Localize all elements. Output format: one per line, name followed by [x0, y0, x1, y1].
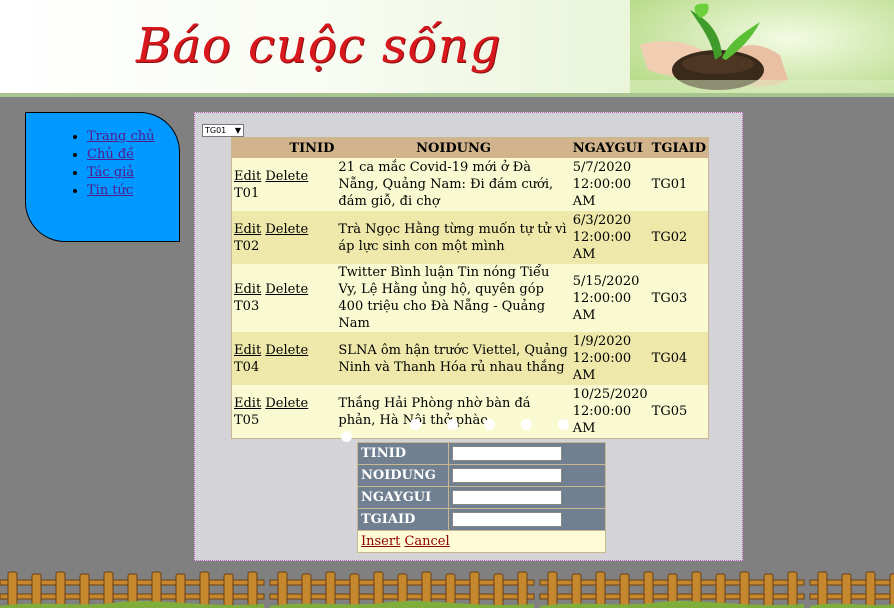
edit-link[interactable]: Edit — [234, 282, 261, 297]
insert-form: TINID NOIDUNG NGAYGUI TGIAID Insert Canc… — [357, 442, 606, 553]
cell-tinid: T03 — [234, 299, 260, 314]
field-label-noidung: NOIDUNG — [357, 464, 449, 487]
form-row: TINID — [357, 442, 606, 465]
sidebar-link-topics[interactable]: Chủ đề — [87, 147, 134, 162]
delete-link[interactable]: Delete — [265, 343, 308, 358]
pager-dot[interactable] — [410, 419, 421, 430]
delete-link[interactable]: Delete — [265, 282, 308, 297]
fence-decoration — [0, 571, 894, 608]
cell-noidung: Trà Ngọc Hằng từng muốn tự tử vì áp lực … — [336, 211, 571, 264]
pager-dot[interactable] — [558, 419, 569, 430]
delete-link[interactable]: Delete — [265, 396, 308, 411]
chevron-down-icon: ▼ — [234, 126, 241, 135]
form-row: TGIAID — [357, 508, 606, 531]
cell-noidung: SLNA ôm hận trước Viettel, Quảng Ninh và… — [336, 332, 571, 385]
cell-tinid: T04 — [234, 359, 260, 375]
cell-tinid: T01 — [234, 185, 260, 201]
cell-ngaygui: 6/3/2020 12:00:00 AM — [570, 211, 650, 264]
banner-divider — [0, 93, 894, 97]
sidebar-item-topics: Chủ đề — [87, 146, 155, 164]
cell-tinid: T05 — [234, 412, 260, 428]
noidung-input[interactable] — [452, 467, 562, 483]
col-header-tgiaid: TGIAID — [649, 137, 709, 158]
sidebar-link-news[interactable]: Tin tức — [87, 183, 133, 198]
cell-noidung: 21 ca mắc Covid-19 mới ở Đà Nẵng, Quảng … — [338, 160, 554, 209]
content-panel: TG01 ▼ TINID NOIDUNG NGAYGUI TGIAID Edit… — [194, 112, 743, 561]
row-actions-cell: Edit Delete T02 — [231, 211, 337, 264]
table-row: Edit Delete T01 21 ca mắc Covid-19 mới ở… — [232, 158, 709, 211]
col-header-noidung: NOIDUNG — [336, 137, 571, 158]
tinid-input[interactable] — [452, 445, 562, 461]
pager-dots — [341, 419, 581, 442]
field-label-ngaygui: NGAYGUI — [357, 486, 449, 509]
col-header-tinid: TINID — [231, 137, 337, 158]
cell-ngaygui: 10/25/2020 12:00:00 AM — [572, 387, 648, 436]
cell-tgiaid: TG03 — [651, 290, 688, 306]
delete-link[interactable]: Delete — [265, 169, 308, 184]
col-header-ngaygui: NGAYGUI — [570, 137, 650, 158]
pager-dot[interactable] — [341, 431, 352, 442]
edit-link[interactable]: Edit — [234, 222, 261, 237]
pager-dot[interactable] — [447, 419, 458, 430]
cell-tgiaid: TG02 — [649, 211, 709, 264]
field-label-tinid: TINID — [357, 442, 449, 465]
sidebar-menu: Trang chủ Chủ đề Tác giả Tin tức — [26, 128, 155, 200]
row-actions-cell: Edit Delete T05 — [232, 385, 337, 439]
ngaygui-input[interactable] — [452, 489, 562, 505]
site-title: Báo cuộc sống — [136, 18, 502, 74]
sidebar-nav: Trang chủ Chủ đề Tác giả Tin tức — [25, 112, 180, 242]
sidebar-item-news: Tin tức — [87, 182, 155, 200]
row-actions-cell: Edit Delete T03 — [232, 264, 337, 332]
cell-ngaygui: 1/9/2020 12:00:00 AM — [570, 332, 650, 385]
sidebar-item-home: Trang chủ — [87, 128, 155, 146]
cell-tgiaid: TG05 — [651, 404, 688, 419]
sidebar-item-authors: Tác giả — [87, 164, 155, 182]
cell-tinid: T02 — [234, 238, 260, 254]
delete-link[interactable]: Delete — [265, 222, 308, 237]
row-actions-cell: Edit Delete T01 — [232, 158, 337, 211]
author-filter-select[interactable]: TG01 ▼ — [202, 124, 244, 137]
pager-dot[interactable] — [521, 419, 532, 430]
form-row: NOIDUNG — [357, 464, 606, 487]
edit-link[interactable]: Edit — [234, 396, 261, 411]
grid-header-row: TINID NOIDUNG NGAYGUI TGIAID — [231, 137, 709, 158]
hands-plant-image — [630, 0, 894, 97]
tgiaid-input[interactable] — [452, 511, 562, 527]
edit-link[interactable]: Edit — [234, 169, 261, 184]
table-row: Edit Delete T04 SLNA ôm hận trước Viette… — [231, 332, 709, 385]
cell-ngaygui: 5/7/2020 12:00:00 AM — [572, 160, 632, 209]
insert-link[interactable]: Insert — [361, 534, 400, 549]
row-actions-cell: Edit Delete T04 — [231, 332, 337, 385]
cell-ngaygui: 5/15/2020 12:00:00 AM — [572, 273, 640, 323]
sidebar-link-home[interactable]: Trang chủ — [87, 129, 155, 144]
sidebar-link-authors[interactable]: Tác giả — [87, 165, 134, 180]
filter-selected-value: TG01 — [205, 126, 227, 135]
form-actions-row: Insert Cancel — [357, 530, 606, 553]
cell-noidung: Twitter Bình luận Tin nóng Tiểu Vy, Lệ H… — [338, 265, 550, 331]
table-row: Edit Delete T02 Trà Ngọc Hằng từng muốn … — [231, 211, 709, 264]
header-banner: Báo cuộc sống — [0, 0, 894, 97]
cancel-link[interactable]: Cancel — [404, 534, 449, 549]
edit-link[interactable]: Edit — [234, 343, 261, 358]
pager-dot[interactable] — [484, 419, 495, 430]
field-label-tgiaid: TGIAID — [357, 508, 449, 531]
cell-tgiaid: TG04 — [649, 332, 709, 385]
cell-tgiaid: TG01 — [651, 177, 688, 192]
news-grid: TINID NOIDUNG NGAYGUI TGIAID Edit Delete… — [231, 137, 709, 439]
table-row: Edit Delete T03 Twitter Bình luận Tin nó… — [232, 264, 709, 332]
form-row: NGAYGUI — [357, 486, 606, 509]
